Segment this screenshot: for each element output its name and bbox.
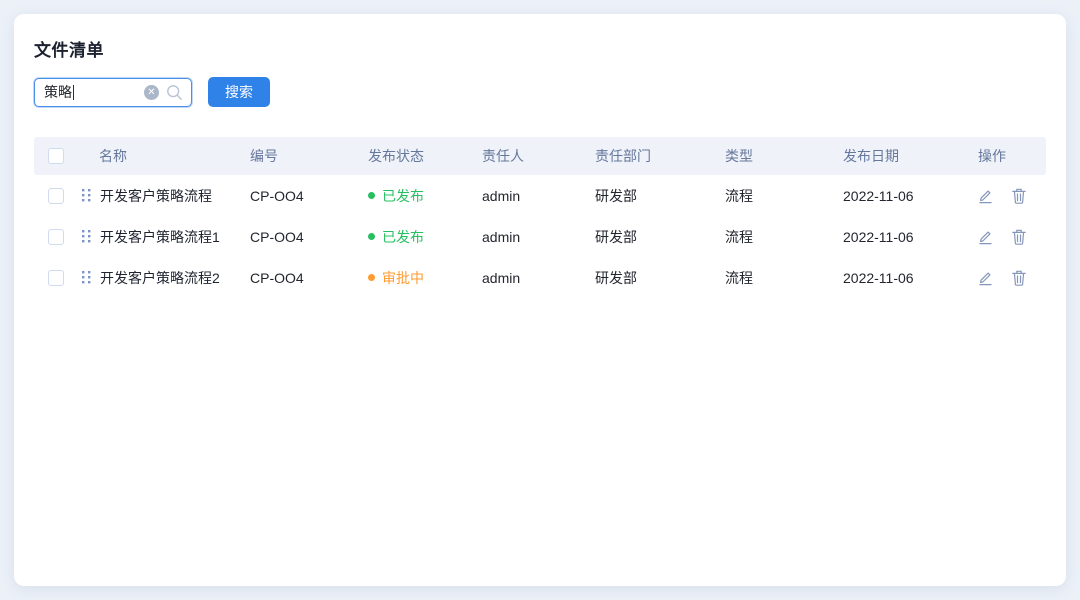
column-header-type: 类型: [721, 146, 839, 166]
table-row: 开发客户策略流程2 CP-OO4 审批中 admin 研发部 流程 2022-1…: [34, 257, 1046, 298]
status-dot-icon: [368, 192, 375, 199]
status-badge: 已发布: [368, 227, 478, 247]
row-checkbox[interactable]: [48, 188, 64, 204]
file-table: 名称 编号 发布状态 责任人 责任部门 类型 发布日期 操作: [34, 137, 1046, 298]
column-header-name: 名称: [78, 146, 246, 166]
column-header-department: 责任部门: [591, 146, 721, 166]
row-checkbox[interactable]: [48, 229, 64, 245]
table-row: 开发客户策略流程 CP-OO4 已发布 admin 研发部 流程 2022-11…: [34, 175, 1046, 216]
table-header-row: 名称 编号 发布状态 责任人 责任部门 类型 发布日期 操作: [34, 137, 1046, 175]
status-badge: 审批中: [368, 268, 478, 288]
cell-date: 2022-11-06: [839, 229, 974, 245]
status-dot-icon: [368, 274, 375, 281]
search-input[interactable]: 策略 ✕: [34, 78, 192, 107]
drag-handle-icon[interactable]: [82, 189, 91, 202]
table-row: 开发客户策略流程1 CP-OO4 已发布 admin 研发部 流程 2022-1…: [34, 216, 1046, 257]
cell-department: 研发部: [591, 268, 721, 288]
cell-name: 开发客户策略流程2: [100, 268, 220, 288]
column-header-code: 编号: [246, 146, 364, 166]
delete-icon[interactable]: [1012, 229, 1026, 245]
cell-owner: admin: [478, 270, 591, 286]
text-caret: [73, 85, 74, 100]
cell-code: CP-OO4: [246, 229, 364, 245]
column-header-actions: 操作: [974, 146, 1046, 166]
search-button[interactable]: 搜索: [208, 77, 270, 107]
cell-date: 2022-11-06: [839, 188, 974, 204]
status-label: 已发布: [382, 186, 424, 206]
status-label: 已发布: [382, 227, 424, 247]
select-all-checkbox[interactable]: [48, 148, 64, 164]
search-input-value: 策略: [44, 82, 144, 102]
drag-handle-icon[interactable]: [82, 271, 91, 284]
edit-icon[interactable]: [978, 270, 993, 286]
file-list-card: 文件清单 策略 ✕ 搜索 名称 编号 发布状态 责任人 责任部门 类型 发布日期…: [14, 14, 1066, 586]
column-header-status: 发布状态: [364, 146, 478, 166]
column-header-owner: 责任人: [478, 146, 591, 166]
cell-name: 开发客户策略流程1: [100, 227, 220, 247]
delete-icon[interactable]: [1012, 270, 1026, 286]
cell-type: 流程: [721, 186, 839, 206]
status-dot-icon: [368, 233, 375, 240]
edit-icon[interactable]: [978, 229, 993, 245]
cell-department: 研发部: [591, 227, 721, 247]
cell-code: CP-OO4: [246, 188, 364, 204]
status-badge: 已发布: [368, 186, 478, 206]
edit-icon[interactable]: [978, 188, 993, 204]
cell-owner: admin: [478, 188, 591, 204]
cell-department: 研发部: [591, 186, 721, 206]
row-checkbox[interactable]: [48, 270, 64, 286]
cell-owner: admin: [478, 229, 591, 245]
cell-type: 流程: [721, 268, 839, 288]
clear-input-icon[interactable]: ✕: [144, 85, 159, 100]
delete-icon[interactable]: [1012, 188, 1026, 204]
cell-code: CP-OO4: [246, 270, 364, 286]
drag-handle-icon[interactable]: [82, 230, 91, 243]
cell-name: 开发客户策略流程: [100, 186, 212, 206]
page-title: 文件清单: [34, 36, 1046, 61]
cell-type: 流程: [721, 227, 839, 247]
status-label: 审批中: [382, 268, 424, 288]
search-icon[interactable]: [166, 84, 183, 101]
column-header-date: 发布日期: [839, 146, 974, 166]
search-row: 策略 ✕ 搜索: [34, 77, 1046, 107]
cell-date: 2022-11-06: [839, 270, 974, 286]
